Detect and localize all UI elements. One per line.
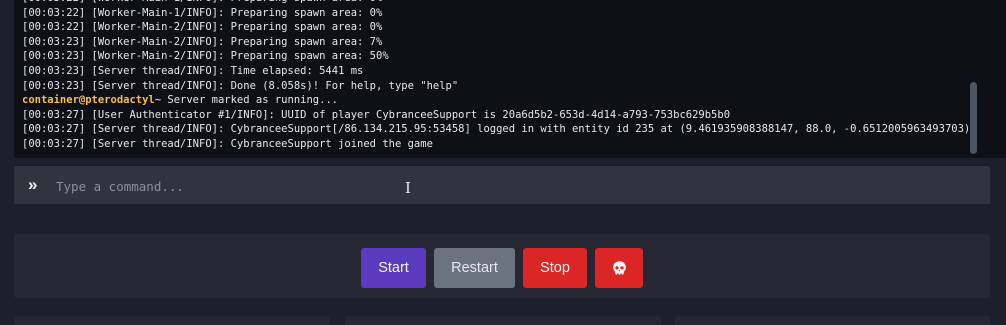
command-bar: » [14, 166, 990, 204]
console-line-text: [00:03:22] [Worker-Main-1/INFO]: Prepari… [22, 0, 382, 4]
console-lines: [00:03:22] [Worker-Main-1/INFO]: Prepari… [22, 0, 976, 152]
console-line-text: [00:03:23] [Worker-Main-2/INFO]: Prepari… [22, 50, 389, 63]
console-scrollbar[interactable] [970, 0, 978, 158]
console-output: [00:03:22] [Worker-Main-1/INFO]: Prepari… [14, 0, 1006, 158]
command-input[interactable] [54, 174, 958, 198]
start-button[interactable]: Start [361, 248, 426, 288]
console-line-text: Server marked as running... [161, 94, 339, 107]
kill-button[interactable] [595, 248, 643, 288]
console-line-text: [00:03:23] [Server thread/INFO]: Done (8… [22, 79, 459, 92]
text-cursor-icon: I [405, 179, 411, 197]
console-line: [00:03:23] [Worker-Main-2/INFO]: Prepari… [22, 49, 976, 64]
power-controls: Start Restart Stop [14, 234, 990, 298]
console-line: [00:03:23] [Server thread/INFO]: Time el… [22, 64, 976, 79]
console-line: [00:03:27] [User Authenticator #1/INFO]:… [22, 108, 976, 123]
skull-icon [612, 260, 626, 274]
console-scrollbar-thumb[interactable] [970, 82, 977, 154]
console-line-text: [00:03:23] [Worker-Main-2/INFO]: Prepari… [22, 35, 383, 48]
console-line-text: [00:03:27] [User Authenticator #1/INFO]:… [22, 108, 731, 121]
console-line: [00:03:23] [Server thread/INFO]: Done (8… [22, 79, 976, 94]
console-line-text: [00:03:27] [Server thread/INFO]: Cybranc… [22, 123, 971, 136]
console-line: [00:03:22] [Worker-Main-1/INFO]: Prepari… [22, 6, 976, 21]
console-line: container@pterodactyl~ Server marked as … [22, 93, 976, 108]
console-line: [00:03:27] [Server thread/INFO]: Cybranc… [22, 122, 976, 137]
stat-card [345, 316, 661, 325]
console-line: [00:03:23] [Worker-Main-2/INFO]: Prepari… [22, 35, 976, 50]
restart-button[interactable]: Restart [434, 248, 515, 288]
console-line: [00:03:27] [Server thread/INFO]: Cybranc… [22, 137, 976, 152]
console-line: [00:03:22] [Worker-Main-2/INFO]: Prepari… [22, 20, 976, 35]
stat-card [675, 316, 990, 325]
console-line-text: [00:03:22] [Worker-Main-2/INFO]: Prepari… [22, 21, 383, 34]
console-line-text: [00:03:22] [Worker-Main-1/INFO]: Prepari… [22, 6, 383, 19]
console-line-text: [00:03:27] [Server thread/INFO]: Cybranc… [22, 137, 433, 150]
stop-button[interactable]: Stop [523, 248, 587, 288]
chevron-double-right-icon: » [28, 175, 38, 194]
stat-card [14, 316, 330, 325]
console-line-text: [00:03:23] [Server thread/INFO]: Time el… [22, 64, 364, 77]
console-line-prefix: container@pterodactyl~ [22, 94, 162, 107]
